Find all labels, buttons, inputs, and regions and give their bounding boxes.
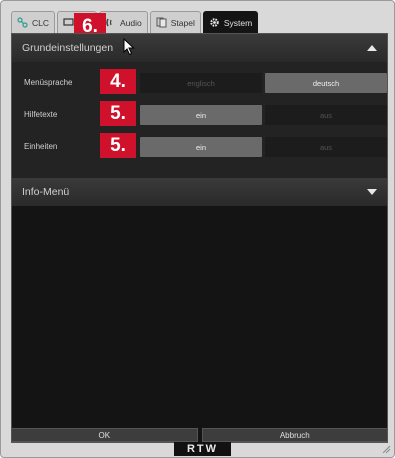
language-option-german[interactable]: deutsch	[265, 73, 387, 93]
clc-icon	[17, 17, 28, 28]
tab-system-label: System	[223, 17, 253, 28]
units-row: Einheiten ein aus	[12, 137, 387, 159]
units-option-on[interactable]: ein	[140, 137, 262, 157]
cancel-button[interactable]: Abbruch	[201, 428, 388, 442]
collapse-arrow-icon[interactable]	[367, 45, 377, 51]
help-texts-option-on[interactable]: ein	[140, 105, 262, 125]
help-callout-badge: 5.	[100, 101, 136, 126]
footer-bar: OK Abbruch	[11, 428, 388, 442]
rtw-logo: RTW	[174, 442, 231, 456]
tab-clc[interactable]: CLC	[11, 11, 56, 33]
tab-audio-label: Audio	[120, 17, 142, 28]
language-option-english[interactable]: englisch	[140, 73, 262, 93]
units-label: Einheiten	[24, 142, 58, 151]
units-option-off[interactable]: aus	[265, 137, 387, 157]
window-frame: CLC Audio Stapel System 6. Grundeinstell…	[0, 0, 395, 458]
tab-clc-label: CLC	[32, 17, 50, 28]
info-menu-title: Info-Menü	[22, 186, 70, 198]
mouse-pointer-icon	[123, 38, 135, 56]
language-label: Menüsprache	[24, 78, 73, 87]
help-texts-label: Hilfetexte	[24, 110, 58, 119]
basic-settings-title: Grundeinstellungen	[22, 42, 114, 54]
tab-audio[interactable]: Audio	[99, 11, 148, 33]
gear-icon	[209, 17, 220, 28]
tab-stapel[interactable]: Stapel	[149, 11, 201, 33]
monitor-icon	[63, 17, 74, 28]
basic-settings-header[interactable]: Grundeinstellungen	[12, 34, 387, 62]
tab-system[interactable]: System	[202, 11, 259, 33]
tab-bar: CLC Audio Stapel System	[11, 11, 259, 33]
language-row: Menüsprache englisch deutsch	[12, 73, 387, 95]
ok-button[interactable]: OK	[11, 428, 198, 442]
settings-panel: Grundeinstellungen Menüsprache englisch …	[11, 33, 388, 443]
stack-icon	[156, 17, 167, 28]
info-menu-header[interactable]: Info-Menü	[12, 178, 387, 206]
content-area	[12, 218, 387, 428]
basic-settings-body: Menüsprache englisch deutsch Hilfetexte …	[12, 62, 387, 190]
resize-grip-icon[interactable]	[382, 445, 390, 453]
language-callout-badge: 4.	[100, 69, 136, 94]
units-callout-badge: 5.	[100, 133, 136, 158]
expand-arrow-icon[interactable]	[367, 189, 377, 195]
help-texts-option-off[interactable]: aus	[265, 105, 387, 125]
help-texts-row: Hilfetexte ein aus	[12, 105, 387, 127]
tab-stapel-label: Stapel	[170, 17, 195, 28]
audio-icon	[105, 17, 116, 28]
